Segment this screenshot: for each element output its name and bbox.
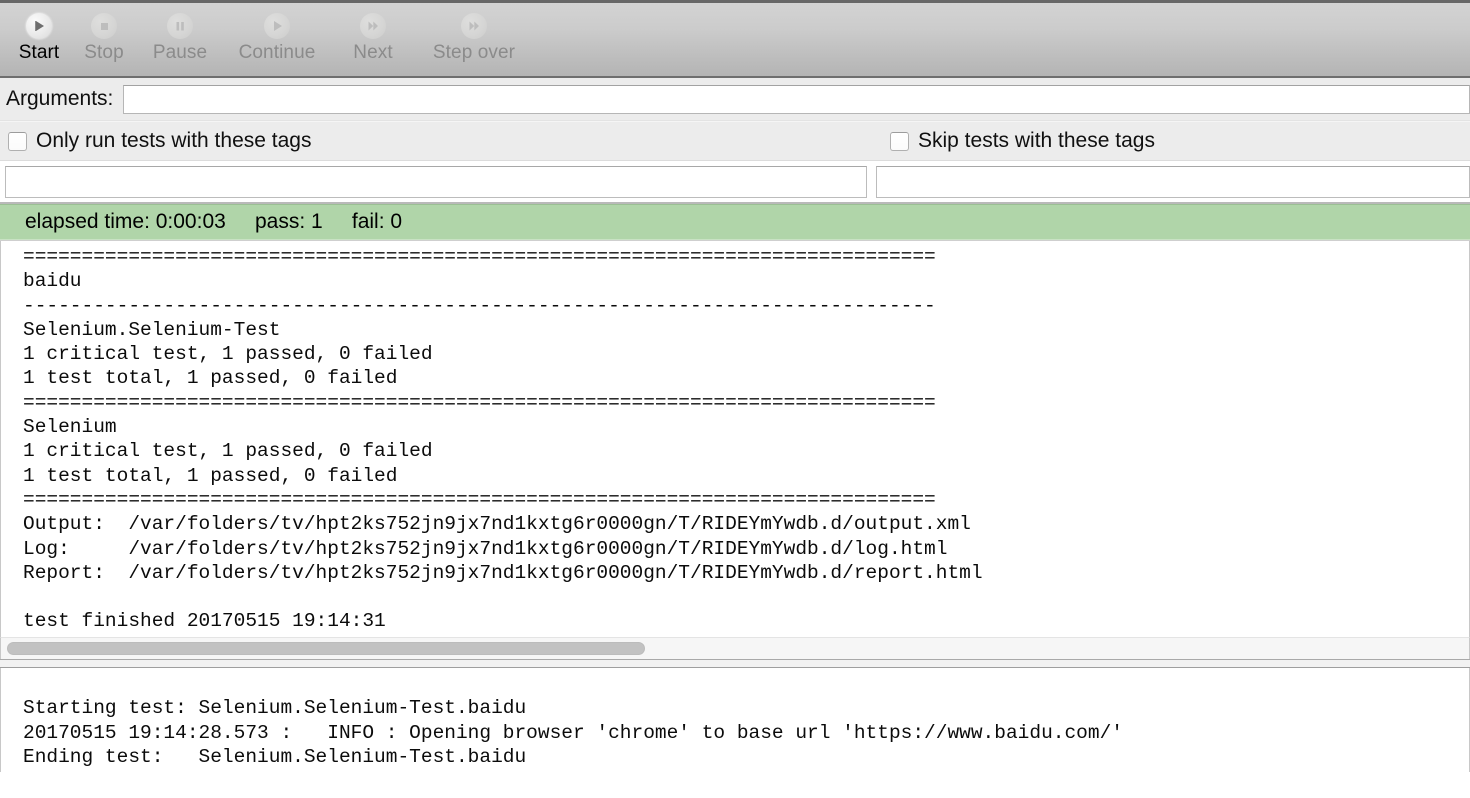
output-console-line: 1 critical test, 1 passed, 0 failed <box>23 343 433 366</box>
output-console-hscrollbar[interactable] <box>0 637 1470 659</box>
include-tags-input[interactable] <box>5 165 867 198</box>
output-console-line: 1 test total, 1 passed, 0 failed <box>23 464 398 487</box>
output-console-line: Output: /var/folders/tv/hpt2ks752jn9jx7n… <box>23 513 971 536</box>
output-console-line: 1 critical test, 1 passed, 0 failed <box>23 440 433 463</box>
pause-button[interactable]: Pause <box>138 3 222 63</box>
play-icon <box>26 13 52 39</box>
include-tags-checkbox-cell[interactable]: Only run tests with these tags <box>0 129 872 153</box>
output-console-line: test finished 20170515 19:14:31 <box>23 610 386 633</box>
output-console[interactable]: ========================================… <box>0 241 1470 637</box>
output-console-line: ========================================… <box>23 488 936 511</box>
output-console-line: Log: /var/folders/tv/hpt2ks752jn9jx7nd1k… <box>23 537 948 560</box>
start-button[interactable]: Start <box>8 3 70 63</box>
continue-button-label: Continue <box>238 42 316 63</box>
fast-forward-icon <box>360 13 386 39</box>
output-console-line: ========================================… <box>23 391 936 414</box>
include-tags-label: Only run tests with these tags <box>36 129 312 152</box>
include-tags-checkbox[interactable] <box>8 131 27 151</box>
exclude-tags-input-cell <box>872 161 1470 202</box>
start-button-label: Start <box>18 42 60 63</box>
message-log-line: Ending test: Selenium.Selenium-Test.baid… <box>23 745 527 768</box>
message-log-console[interactable]: Starting test: Selenium.Selenium-Test.ba… <box>0 668 1470 772</box>
step-over-button[interactable]: Step over <box>414 3 534 63</box>
output-console-line: Selenium.Selenium-Test <box>23 318 281 341</box>
exclude-tags-checkbox-cell[interactable]: Skip tests with these tags <box>872 129 1470 153</box>
exclude-tags-label: Skip tests with these tags <box>918 129 1155 152</box>
ride-run-tab: Start Stop Pause Continue Next Step over… <box>0 0 1470 798</box>
message-log-line: 20170515 19:14:28.573 : INFO : Opening b… <box>23 721 1123 744</box>
fast-forward-icon <box>461 13 487 39</box>
output-console-line <box>23 585 1469 609</box>
play-icon <box>264 13 290 39</box>
status-text: elapsed time: 0:00:03 pass: 1 fail: 0 <box>25 210 403 233</box>
stop-square-icon <box>91 13 117 39</box>
output-console-hscrollbar-thumb[interactable] <box>7 642 645 655</box>
pause-icon <box>167 13 193 39</box>
message-log-line: Starting test: Selenium.Selenium-Test.ba… <box>23 697 527 720</box>
output-console-line: ----------------------------------------… <box>23 294 936 317</box>
output-console-line: Report: /var/folders/tv/hpt2ks752jn9jx7n… <box>23 561 983 584</box>
run-toolbar: Start Stop Pause Continue Next Step over <box>0 0 1470 78</box>
tag-input-row <box>0 161 1470 204</box>
next-button[interactable]: Next <box>332 3 414 63</box>
exclude-tags-input[interactable] <box>876 165 1470 198</box>
next-button-label: Next <box>353 42 393 63</box>
arguments-input[interactable] <box>123 84 1470 114</box>
console-splitter[interactable] <box>0 659 1470 668</box>
output-console-line: baidu <box>23 270 82 293</box>
tag-checkbox-row: Only run tests with these tags Skip test… <box>0 121 1470 161</box>
message-log-line <box>23 672 1469 696</box>
output-console-line: 1 test total, 1 passed, 0 failed <box>23 367 398 390</box>
continue-button[interactable]: Continue <box>222 3 332 63</box>
output-console-line: Selenium <box>23 416 117 439</box>
stop-button[interactable]: Stop <box>70 3 138 63</box>
arguments-label: Arguments: <box>6 87 114 110</box>
pause-button-label: Pause <box>152 42 208 63</box>
output-console-line: ========================================… <box>23 246 936 268</box>
include-tags-input-cell <box>0 161 872 202</box>
stop-button-label: Stop <box>84 42 124 63</box>
step-over-button-label: Step over <box>432 42 516 63</box>
status-bar: elapsed time: 0:00:03 pass: 1 fail: 0 <box>0 204 1470 240</box>
arguments-row: Arguments: <box>0 78 1470 121</box>
output-console-wrapper: ========================================… <box>0 240 1470 659</box>
exclude-tags-checkbox[interactable] <box>890 131 909 151</box>
